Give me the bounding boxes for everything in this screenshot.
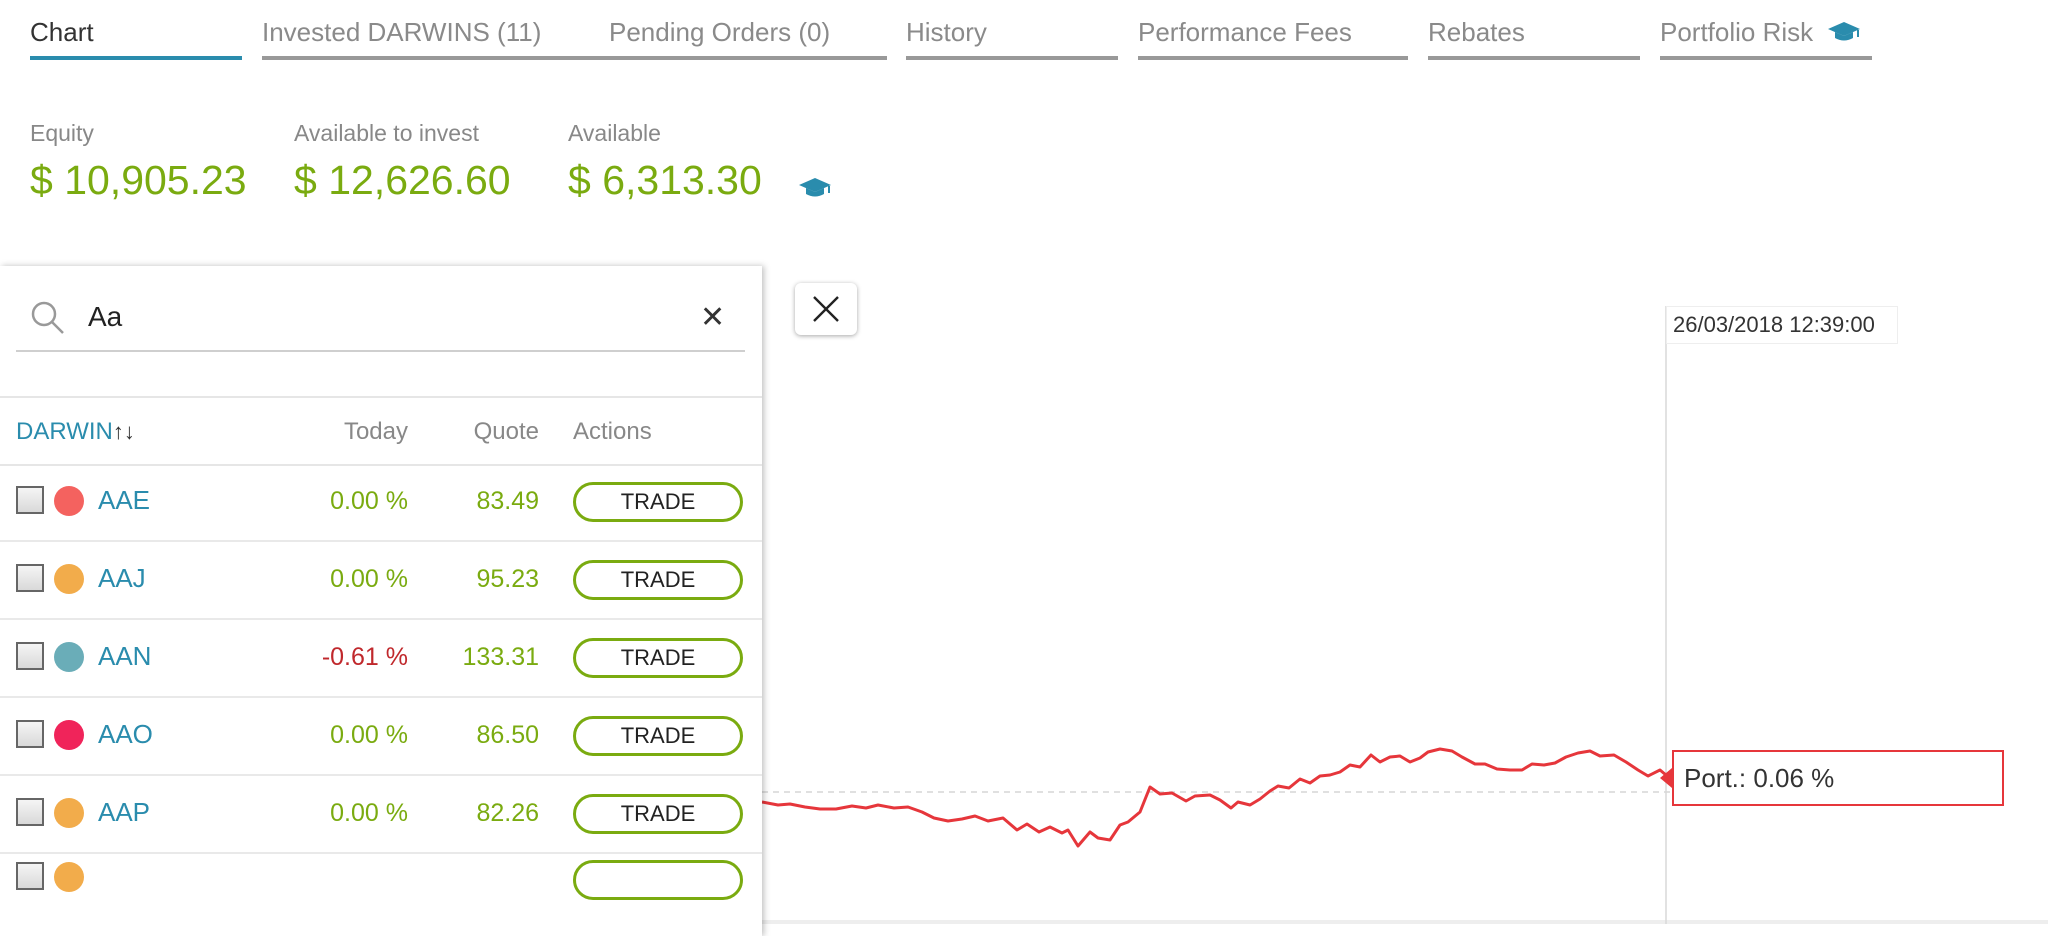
trade-button[interactable]: TRADE bbox=[573, 560, 743, 600]
table-header: DARWIN↑↓ Today Quote Actions bbox=[0, 396, 762, 466]
today-change: 0.00 % bbox=[330, 721, 408, 749]
trade-button[interactable]: TRADE bbox=[573, 482, 743, 522]
today-change: -0.61 % bbox=[321, 643, 408, 671]
row-checkbox[interactable] bbox=[16, 720, 44, 748]
table-row: AAE 0.00 % 83.49 TRADE bbox=[0, 464, 762, 542]
row-checkbox[interactable] bbox=[16, 642, 44, 670]
trade-button[interactable]: TRADE bbox=[573, 638, 743, 678]
table-row-partial bbox=[0, 854, 762, 900]
search-input[interactable] bbox=[86, 296, 650, 338]
quote-value: 133.31 bbox=[462, 643, 539, 671]
row-checkbox[interactable] bbox=[16, 798, 44, 826]
search-box: ✕ bbox=[16, 288, 745, 352]
color-dot bbox=[54, 862, 84, 892]
quote-value: 95.23 bbox=[476, 565, 539, 593]
today-change: 0.00 % bbox=[330, 799, 408, 827]
table-row: AAP 0.00 % 82.26 TRADE bbox=[0, 776, 762, 854]
trade-button[interactable]: TRADE bbox=[573, 794, 743, 834]
color-dot bbox=[54, 564, 84, 594]
row-checkbox[interactable] bbox=[16, 564, 44, 592]
darwin-name[interactable]: AAE bbox=[98, 485, 150, 516]
table-row: AAN -0.61 % 133.31 TRADE bbox=[0, 620, 762, 698]
trade-button[interactable] bbox=[573, 860, 743, 900]
search-icon bbox=[30, 300, 66, 341]
darwin-name[interactable]: AAP bbox=[98, 797, 150, 828]
today-column-header: Today bbox=[343, 418, 408, 445]
port-label-pointer bbox=[1660, 768, 1672, 788]
darwin-list: AAE 0.00 % 83.49 TRADE AAJ 0.00 % 95.23 … bbox=[0, 464, 762, 900]
color-dot bbox=[54, 486, 84, 516]
table-row: AAJ 0.00 % 95.23 TRADE bbox=[0, 542, 762, 620]
clear-search-icon[interactable]: ✕ bbox=[700, 300, 725, 335]
color-dot bbox=[54, 720, 84, 750]
color-dot bbox=[54, 642, 84, 672]
darwin-name[interactable]: AAO bbox=[98, 719, 153, 750]
quote-value: 82.26 bbox=[476, 799, 539, 827]
trade-button[interactable]: TRADE bbox=[573, 716, 743, 756]
darwin-name[interactable]: AAN bbox=[98, 641, 151, 672]
row-checkbox[interactable] bbox=[16, 486, 44, 514]
today-change: 0.00 % bbox=[330, 565, 408, 593]
quote-value: 86.50 bbox=[476, 721, 539, 749]
darwin-column-header[interactable]: DARWIN↑↓ bbox=[16, 418, 135, 446]
darwin-name[interactable]: AAJ bbox=[98, 563, 146, 594]
table-row: AAO 0.00 % 86.50 TRADE bbox=[0, 698, 762, 776]
today-change: 0.00 % bbox=[330, 487, 408, 515]
quote-value: 83.49 bbox=[476, 487, 539, 515]
darwin-search-panel: ✕ DARWIN↑↓ Today Quote Actions AAE 0.00 … bbox=[0, 266, 762, 936]
chart-tooltip-date: 26/03/2018 12:39:00 bbox=[1666, 306, 1898, 344]
quote-column-header: Quote bbox=[473, 418, 539, 445]
actions-column-header: Actions bbox=[573, 418, 652, 445]
color-dot bbox=[54, 798, 84, 828]
portfolio-line bbox=[761, 747, 1673, 848]
row-checkbox[interactable] bbox=[16, 862, 44, 890]
sort-icon: ↑↓ bbox=[112, 419, 135, 444]
portfolio-value-label: Port.: 0.06 % bbox=[1672, 750, 2004, 806]
